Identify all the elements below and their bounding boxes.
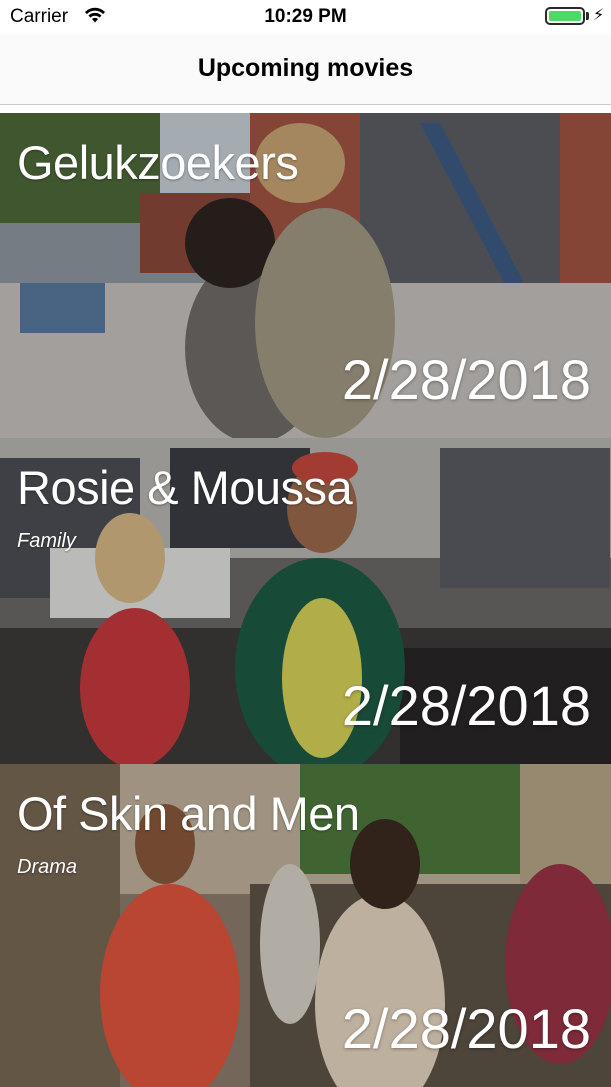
battery-icon xyxy=(545,7,585,25)
movie-cell-of-skin-and-men[interactable]: Of Skin and Men Drama 2/28/2018 xyxy=(0,764,611,1087)
charging-bolt-icon: ⚡ xyxy=(593,7,605,24)
movie-cell-rosie-moussa[interactable]: Rosie & Moussa Family 2/28/2018 xyxy=(0,438,611,764)
movie-genre: Drama xyxy=(17,856,78,878)
movie-cell-gelukzoekers[interactable]: Gelukzoekers 2/28/2018 xyxy=(0,113,611,438)
navigation-bar: Upcoming movies xyxy=(0,34,611,105)
movie-title: Of Skin and Men xyxy=(17,787,360,840)
movie-release-date: 2/28/2018 xyxy=(341,997,591,1060)
movie-list[interactable]: Gelukzoekers 2/28/2018 Rosie & Moussa Fa… xyxy=(0,113,611,1087)
movie-title: Rosie & Moussa xyxy=(17,461,353,514)
status-bar: Carrier 10:29 PM ⚡ xyxy=(0,0,611,34)
page-title: Upcoming movies xyxy=(197,54,414,82)
movie-genre: Family xyxy=(17,530,76,552)
movie-release-date: 2/28/2018 xyxy=(341,348,591,411)
movie-title: Gelukzoekers xyxy=(17,136,299,189)
movie-release-date: 2/28/2018 xyxy=(341,674,591,737)
status-time: 10:29 PM xyxy=(264,6,347,27)
battery-cap xyxy=(586,12,589,20)
